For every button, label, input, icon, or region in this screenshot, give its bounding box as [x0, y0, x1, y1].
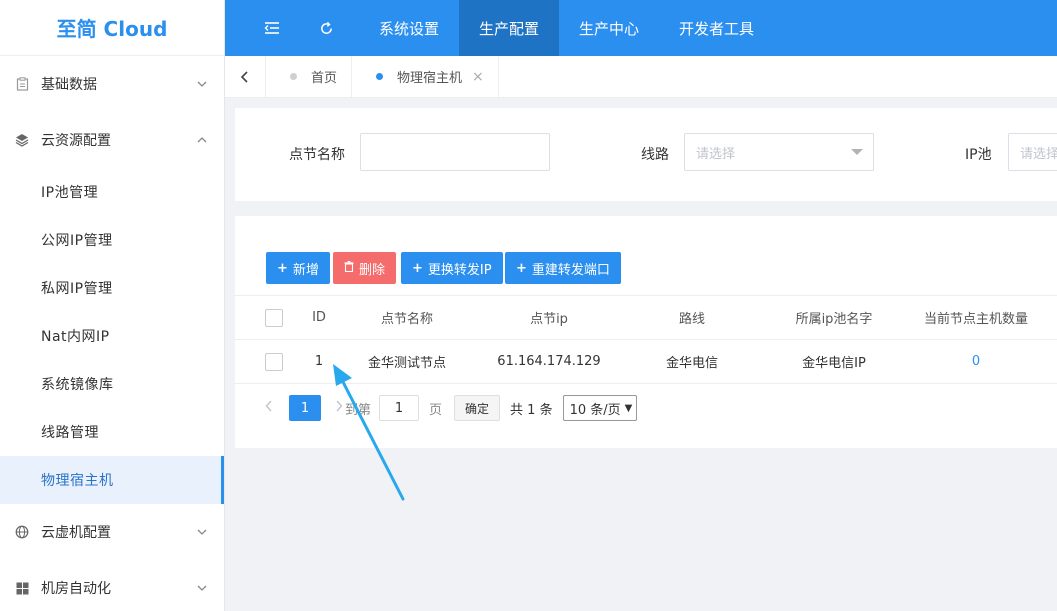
menu-group-cloud-resource[interactable]: 云资源配置 [0, 112, 224, 168]
trash-icon [344, 260, 354, 276]
delete-button-label: 删除 [359, 262, 386, 278]
page-unit-label: 页 [429, 402, 443, 418]
column-header-ip-pool: 所属ip池名字 [795, 312, 873, 327]
row-checkbox-cell [235, 352, 295, 371]
chevron-down-icon [196, 526, 208, 538]
plus-icon: + [412, 260, 423, 276]
total-count: 共 1 条 [510, 402, 553, 418]
top-nav-production-center[interactable]: 生产中心 [559, 0, 659, 56]
header-checkbox-cell [235, 308, 295, 327]
menu-group-label: 云资源配置 [41, 133, 111, 149]
goto-confirm-button[interactable]: 确定 [454, 395, 501, 421]
ip-pool-select-placeholder: 请选择 [1020, 146, 1057, 162]
table-row: 1 金华测试节点 61.164.174.129 金华电信 金华电信IP 0 [235, 340, 1057, 384]
chevron-right-icon[interactable] [335, 400, 343, 416]
sidebar: 至简 Cloud 基础数据 云资源配置 IP池管理 公网IP管理 私网IP管理 … [0, 0, 225, 611]
cell-route: 金华电信 [665, 356, 718, 371]
add-button[interactable]: + 新增 [266, 252, 330, 284]
route-select-placeholder: 请选择 [696, 146, 736, 162]
cell-ip-pool: 金华电信IP [802, 356, 866, 371]
sidebar-item-private-ip[interactable]: 私网IP管理 [0, 264, 224, 312]
tab-home[interactable]: 首页 [266, 55, 353, 98]
tab-label: 物理宿主机 [397, 71, 463, 86]
close-icon[interactable]: × [472, 69, 484, 85]
delete-button[interactable]: 删除 [333, 252, 397, 284]
page-number-current[interactable]: 1 [289, 395, 321, 421]
cell-node-ip: 61.164.174.129 [497, 354, 601, 369]
top-nav-system-settings[interactable]: 系统设置 [359, 0, 459, 56]
column-header-route: 路线 [678, 312, 705, 327]
top-nav-production-config[interactable]: 生产配置 [459, 0, 560, 56]
tab-status-dot [376, 73, 384, 80]
cell-id: 1 [314, 354, 324, 369]
menu-group-label: 基础数据 [41, 77, 97, 93]
sidebar-item-nat-ip[interactable]: Nat内网IP [0, 312, 224, 360]
goto-page-input[interactable]: 1 [379, 395, 420, 421]
sidebar-item-public-ip[interactable]: 公网IP管理 [0, 216, 224, 264]
sidebar-item-system-image[interactable]: 系统镜像库 [0, 360, 224, 408]
change-forward-ip-label: 更换转发IP [427, 262, 492, 278]
sidebar-item-route[interactable]: 线路管理 [0, 408, 224, 456]
rebuild-forward-port-label: 重建转发端口 [531, 262, 610, 278]
rebuild-forward-port-button[interactable]: + 重建转发端口 [505, 252, 621, 284]
select-all-checkbox[interactable] [265, 308, 283, 327]
change-forward-ip-button[interactable]: + 更换转发IP [401, 252, 503, 284]
toolbar: + 新增 删除 + 更换转发IP + 重建转发端口 [235, 240, 1057, 296]
windows-icon [15, 581, 29, 595]
tab-status-dot [290, 73, 297, 80]
goto-label: 到第 [345, 402, 372, 418]
refresh-icon[interactable] [299, 0, 353, 56]
menu-group-label: 云虚机配置 [41, 525, 111, 541]
menu-group-basic-data[interactable]: 基础数据 [0, 56, 224, 112]
node-name-input[interactable] [360, 133, 550, 171]
plus-icon: + [516, 260, 527, 276]
sidebar-item-physical-host[interactable]: 物理宿主机 [0, 456, 224, 504]
layers-icon [15, 133, 29, 147]
ip-pool-label: IP池 [965, 147, 992, 163]
top-bar: 系统设置 生产配置 生产中心 开发者工具 [225, 0, 1057, 56]
tabs-bar: 首页 物理宿主机 × [225, 55, 1057, 98]
chevron-left-icon[interactable] [225, 55, 266, 98]
column-header-host-count: 当前节点主机数量 [923, 312, 1028, 327]
table-header: ID 点节名称 点节ip 路线 所属ip池名字 当前节点主机数量 [235, 296, 1057, 340]
chevron-left-icon[interactable] [265, 400, 273, 416]
top-nav-developer-tools[interactable]: 开发者工具 [659, 0, 774, 56]
cell-host-count-link[interactable]: 0 [911, 354, 1041, 369]
column-header-node-name: 点节名称 [380, 312, 433, 327]
add-button-label: 新增 [292, 262, 319, 278]
route-select[interactable]: 请选择 [684, 133, 874, 171]
menu-group-datacenter-automation[interactable]: 机房自动化 [0, 560, 224, 611]
ip-pool-select[interactable]: 请选择 [1008, 133, 1057, 171]
globe-icon [15, 525, 29, 539]
cell-node-name: 金华测试节点 [367, 356, 446, 371]
page-size-value: 10 条/页 [569, 402, 621, 418]
tab-label: 首页 [311, 71, 338, 86]
table-panel: + 新增 删除 + 更换转发IP + 重建转发端口 ID 点节名称 点节ip 路… [235, 216, 1057, 448]
menu-collapse-icon[interactable] [245, 0, 299, 56]
chevron-down-icon [196, 78, 208, 90]
clipboard-icon [15, 77, 29, 91]
chevron-down-icon: ▼ [624, 402, 633, 414]
top-nav: 系统设置 生产配置 生产中心 开发者工具 [359, 0, 774, 56]
route-label: 线路 [641, 147, 669, 163]
chevron-up-icon [196, 134, 208, 146]
row-checkbox[interactable] [265, 352, 283, 371]
app-logo: 至简 Cloud [0, 0, 224, 56]
search-panel: 点节名称 线路 请选择 IP池 请选择 [235, 108, 1057, 201]
sidebar-item-ip-pool[interactable]: IP池管理 [0, 168, 224, 216]
column-header-id: ID [312, 310, 326, 325]
plus-icon: + [277, 260, 288, 276]
menu-group-cloud-vm[interactable]: 云虚机配置 [0, 504, 224, 560]
node-name-label: 点节名称 [289, 147, 345, 163]
page-size-select[interactable]: 10 条/页 ▼ [562, 395, 638, 421]
caret-down-icon [851, 149, 863, 155]
pagination: 1 到第 1 页 确定 共 1 条 10 条/页 ▼ [235, 392, 1057, 424]
column-header-node-ip: 点节ip [530, 312, 568, 327]
tab-physical-host[interactable]: 物理宿主机 × [352, 55, 499, 98]
menu-group-label: 机房自动化 [41, 581, 111, 597]
chevron-down-icon [196, 582, 208, 594]
